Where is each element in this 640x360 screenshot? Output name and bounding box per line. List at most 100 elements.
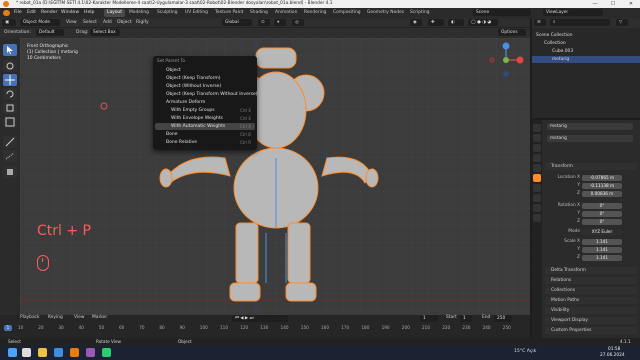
start-frame-field[interactable]: 1 bbox=[460, 315, 472, 322]
outliner-row[interactable]: Scene Collection bbox=[532, 32, 640, 39]
maximize-button[interactable]: ☐ bbox=[604, 0, 622, 8]
start-icon[interactable] bbox=[8, 348, 17, 357]
menu-item[interactable]: With Automatic Weights Ctrl A bbox=[155, 123, 255, 130]
outliner-row[interactable]: Collection bbox=[532, 40, 640, 47]
neg-x-icon[interactable] bbox=[489, 57, 495, 63]
location-x-field[interactable]: -0.07865 m bbox=[582, 175, 622, 181]
scale-x-field[interactable]: 1.141 bbox=[582, 239, 622, 245]
app-icon[interactable] bbox=[86, 348, 95, 357]
data-tab-icon[interactable] bbox=[533, 214, 541, 222]
object-tab-icon[interactable] bbox=[533, 174, 541, 182]
app2-icon[interactable] bbox=[102, 348, 111, 357]
edge-icon[interactable] bbox=[54, 348, 63, 357]
tab-shading[interactable]: Shading bbox=[247, 9, 271, 17]
tab-uv-editing[interactable]: UV Editing bbox=[182, 9, 211, 17]
tab-rendering[interactable]: Rendering bbox=[301, 9, 329, 17]
scale-tool[interactable] bbox=[3, 102, 17, 114]
cursor-tool[interactable] bbox=[3, 60, 17, 72]
filter-icon[interactable]: ▽ bbox=[616, 19, 628, 26]
scene-tab-icon[interactable] bbox=[533, 164, 541, 172]
menu-item[interactable]: Bone Relative Ctrl R bbox=[155, 139, 255, 146]
keying-menu[interactable]: Keying bbox=[48, 315, 63, 320]
tab-compositing[interactable]: Compositing bbox=[330, 9, 364, 17]
menu-file[interactable]: File bbox=[14, 10, 22, 15]
add-cube-tool[interactable] bbox=[3, 166, 17, 178]
transform-section[interactable]: Transform bbox=[545, 163, 637, 170]
view-layer-tab-icon[interactable] bbox=[533, 154, 541, 162]
collections-section[interactable]: Collections bbox=[545, 287, 637, 294]
menu-render[interactable]: Render bbox=[41, 10, 57, 15]
menu-item[interactable]: Object (Keep Transform Without Inverse) bbox=[155, 91, 258, 98]
overlay-icon[interactable]: ◐ bbox=[448, 19, 464, 26]
proportional-icon[interactable]: ◎ bbox=[292, 19, 304, 26]
menu-view[interactable]: View bbox=[66, 20, 77, 25]
menu-rigify[interactable]: Rigify bbox=[136, 20, 149, 25]
viewport-display-section[interactable]: Viewport Display bbox=[545, 317, 637, 324]
orientation-dropdown[interactable]: Default bbox=[36, 29, 64, 36]
pivot-icon[interactable]: ⊙ bbox=[258, 19, 270, 26]
annotate-tool[interactable] bbox=[3, 136, 17, 148]
editor-type-button[interactable]: ▣ bbox=[2, 19, 16, 26]
x-axis-icon[interactable] bbox=[516, 56, 524, 64]
transform-orientation-dropdown[interactable]: Global bbox=[222, 19, 252, 26]
object-name-input[interactable]: metarig bbox=[547, 135, 633, 142]
menu-object[interactable]: Object bbox=[117, 20, 132, 25]
snap-icon[interactable]: ⌖ bbox=[274, 19, 286, 26]
menu-item[interactable]: Object bbox=[155, 67, 255, 74]
menu-item[interactable]: With Envelope Weights Ctrl E bbox=[155, 115, 255, 122]
end-frame-field[interactable]: 250 bbox=[494, 315, 512, 322]
rotation-y-field[interactable]: 0° bbox=[582, 211, 622, 217]
physics-tab-icon[interactable] bbox=[533, 194, 541, 202]
marker-menu[interactable]: Marker bbox=[92, 315, 107, 320]
tool-tab-icon[interactable] bbox=[533, 124, 541, 132]
location-z-field[interactable]: 0.00836 m bbox=[582, 191, 622, 197]
shading-modes[interactable]: ◯ ● ◑ ◕ bbox=[468, 19, 498, 26]
drag-dropdown[interactable]: Select Box bbox=[90, 29, 120, 36]
menu-item[interactable]: Object (Keep Transform) bbox=[155, 75, 255, 82]
z-axis-icon[interactable] bbox=[502, 42, 510, 50]
motion-paths-section[interactable]: Motion Paths bbox=[545, 297, 637, 304]
output-tab-icon[interactable] bbox=[533, 144, 541, 152]
navigation-gizmo[interactable] bbox=[486, 40, 526, 80]
menu-item[interactable]: With Empty Groups Ctrl E bbox=[155, 107, 255, 114]
scale-y-field[interactable]: 1.141 bbox=[582, 247, 622, 253]
playback-controls[interactable]: ⏮ ◀ ▶ ⏭ bbox=[232, 315, 288, 322]
menu-help[interactable]: Help bbox=[84, 10, 94, 15]
view-menu[interactable]: View bbox=[74, 315, 84, 320]
rotate-tool[interactable] bbox=[3, 88, 17, 100]
scale-z-field[interactable]: 1.141 bbox=[582, 255, 622, 261]
tab-scripting[interactable]: Scripting bbox=[407, 9, 433, 17]
outliner-row[interactable]: Cube.003 bbox=[532, 48, 640, 55]
close-button[interactable]: ✕ bbox=[622, 0, 640, 8]
outliner-editor-icon[interactable]: ☰ bbox=[534, 19, 546, 26]
modifier-tab-icon[interactable] bbox=[533, 184, 541, 192]
menu-edit[interactable]: Edit bbox=[27, 10, 36, 15]
minimize-button[interactable]: — bbox=[586, 0, 604, 8]
visibility-icon[interactable]: ◉ bbox=[410, 19, 422, 26]
y-axis-icon[interactable] bbox=[503, 57, 509, 63]
mode-selector[interactable]: Object Mode bbox=[20, 19, 60, 26]
render-tab-icon[interactable] bbox=[533, 134, 541, 142]
constraints-tab-icon[interactable] bbox=[533, 204, 541, 212]
tab-layout[interactable]: Layout bbox=[104, 9, 125, 17]
location-y-field[interactable]: -0.11138 m bbox=[582, 183, 622, 189]
gizmo-icon[interactable]: ✥ bbox=[428, 19, 444, 26]
playhead[interactable]: 1 bbox=[4, 325, 12, 331]
delta-transform-section[interactable]: Delta Transform bbox=[545, 267, 637, 274]
menu-select[interactable]: Select bbox=[83, 20, 97, 25]
3d-viewport[interactable] bbox=[20, 38, 530, 315]
visibility-section[interactable]: Visibility bbox=[545, 307, 637, 314]
blender-menu-icon[interactable] bbox=[3, 10, 10, 16]
move-tool[interactable] bbox=[3, 74, 17, 86]
menu-item[interactable]: Bone Ctrl B bbox=[155, 131, 255, 138]
outliner-search[interactable]: ⌕ bbox=[550, 19, 610, 26]
scene-selector[interactable]: Scene bbox=[473, 9, 531, 16]
tab-geometry-nodes[interactable]: Geometry Nodes bbox=[364, 9, 407, 17]
measure-tool[interactable] bbox=[3, 150, 17, 162]
rotation-mode-dropdown[interactable]: XYZ Euler bbox=[582, 229, 622, 235]
transform-tool[interactable] bbox=[3, 116, 17, 128]
tab-modeling[interactable]: Modeling bbox=[126, 9, 152, 17]
rotation-x-field[interactable]: 0° bbox=[582, 203, 622, 209]
object-name-field[interactable]: metarig bbox=[547, 123, 633, 130]
menu-window[interactable]: Window bbox=[61, 10, 79, 15]
